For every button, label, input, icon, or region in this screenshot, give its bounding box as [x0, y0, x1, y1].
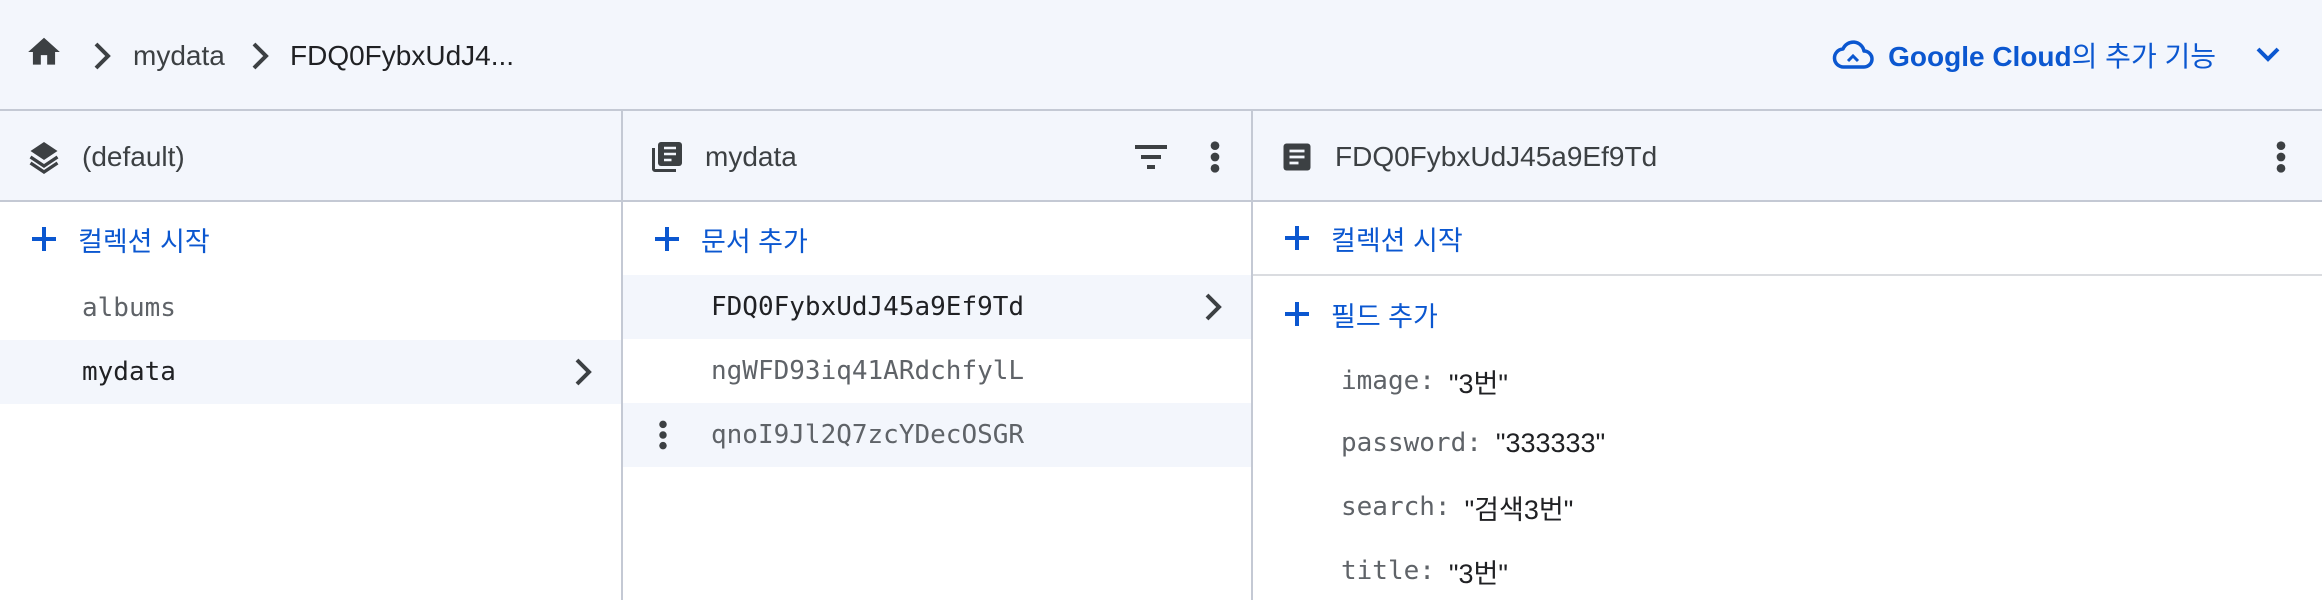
breadcrumb-item-mydata[interactable]: mydata: [133, 36, 225, 76]
database-panel-header: (default): [0, 111, 621, 202]
document-panel-header: FDQ0FybxUdJ45a9Ef9Td: [1253, 111, 2322, 202]
plus-icon: [655, 227, 679, 251]
google-cloud-label: Google Cloud: [1888, 41, 2072, 72]
collection-more-button[interactable]: [1193, 135, 1237, 179]
chevron-right-icon: [252, 42, 269, 70]
add-field-button[interactable]: 필드 추가: [1253, 277, 2322, 351]
field-value: "3번": [1448, 558, 1508, 589]
database-panel: (default) 컬렉션 시작 albums mydata: [0, 111, 623, 600]
filter-button[interactable]: [1129, 135, 1173, 179]
collection-list: albums mydata: [0, 276, 621, 404]
collection-item-label: albums: [82, 293, 176, 323]
field-key: image:: [1341, 366, 1435, 396]
field-value: "검색3번": [1464, 494, 1574, 525]
collection-item-mydata[interactable]: mydata: [0, 340, 621, 404]
field-row-image[interactable]: image: "3번": [1253, 351, 2322, 411]
collection-panel-header: mydata: [623, 111, 1251, 202]
field-row-title[interactable]: title: "3번": [1253, 539, 2322, 603]
field-value: "3번": [1448, 368, 1508, 399]
field-key: password:: [1341, 428, 1482, 458]
chevron-right-icon: [1205, 293, 1222, 321]
collection-item-label: mydata: [82, 357, 176, 387]
filter-icon: [1135, 145, 1167, 169]
field-key: title:: [1341, 556, 1435, 586]
field-list: 필드 추가 image: "3번" password: "333333" sea…: [1253, 277, 2322, 603]
field-row-password[interactable]: password: "333333": [1253, 411, 2322, 475]
add-field-label: 필드 추가: [1331, 301, 1438, 332]
collection-panel: mydata 문서 추가 FDQ0FybxUdJ45a9Ef9Td ngWFD9…: [623, 111, 1253, 600]
database-stack-icon: [29, 142, 59, 174]
plus-icon: [1285, 226, 1309, 250]
document-item-label: FDQ0FybxUdJ45a9Ef9Td: [711, 292, 1025, 322]
plus-icon: [32, 227, 56, 251]
document-panel: FDQ0FybxUdJ45a9Ef9Td 컬렉션 시작 필드 추가 image:…: [1253, 111, 2322, 600]
field-value: "333333": [1495, 427, 1606, 458]
more-vert-icon: [2276, 141, 2286, 173]
document-list: FDQ0FybxUdJ45a9Ef9Td ngWFD93iq41ARdchfyl…: [623, 275, 1251, 467]
chevron-right-icon: [94, 42, 111, 70]
cloud-icon: [1832, 40, 1874, 69]
document-item[interactable]: ngWFD93iq41ARdchfylL: [623, 339, 1251, 403]
google-cloud-extensions-button[interactable]: Google Cloud의 추가 기능: [1832, 30, 2282, 80]
top-bar: mydata FDQ0FybxUdJ4... Google Cloud의 추가 …: [0, 0, 2322, 111]
document-icon: [1283, 143, 1311, 171]
more-vert-icon[interactable]: [653, 419, 673, 451]
collection-title: mydata: [705, 141, 797, 172]
document-more-button[interactable]: [2259, 135, 2303, 179]
plus-icon: [1285, 302, 1309, 326]
extensions-label: 의 추가 기능: [2071, 41, 2216, 72]
database-title: (default): [82, 141, 185, 172]
start-collection-label: 컬렉션 시작: [78, 226, 210, 257]
field-key: search:: [1341, 492, 1451, 522]
field-row-search[interactable]: search: "검색3번": [1253, 475, 2322, 539]
chevron-down-icon: [2256, 47, 2280, 62]
start-subcollection-button[interactable]: 컬렉션 시작: [1253, 202, 2322, 276]
more-vert-icon: [1210, 141, 1220, 173]
breadcrumb-item-document[interactable]: FDQ0FybxUdJ4...: [290, 36, 514, 76]
add-document-label: 문서 추가: [701, 226, 808, 257]
start-subcollection-label: 컬렉션 시작: [1331, 225, 1463, 256]
add-document-button[interactable]: 문서 추가: [623, 202, 1251, 276]
collection-item-albums[interactable]: albums: [0, 276, 621, 340]
document-item-label: ngWFD93iq41ARdchfylL: [711, 356, 1025, 386]
collection-icon: [652, 142, 682, 172]
document-item[interactable]: FDQ0FybxUdJ45a9Ef9Td: [623, 275, 1251, 339]
home-icon[interactable]: [24, 33, 64, 71]
start-collection-button[interactable]: 컬렉션 시작: [0, 202, 621, 276]
document-item-label: qnoI9Jl2Q7zcYDecOSGR: [711, 420, 1025, 450]
chevron-right-icon: [575, 358, 592, 386]
document-item[interactable]: qnoI9Jl2Q7zcYDecOSGR: [623, 403, 1251, 467]
document-title: FDQ0FybxUdJ45a9Ef9Td: [1335, 141, 1658, 172]
